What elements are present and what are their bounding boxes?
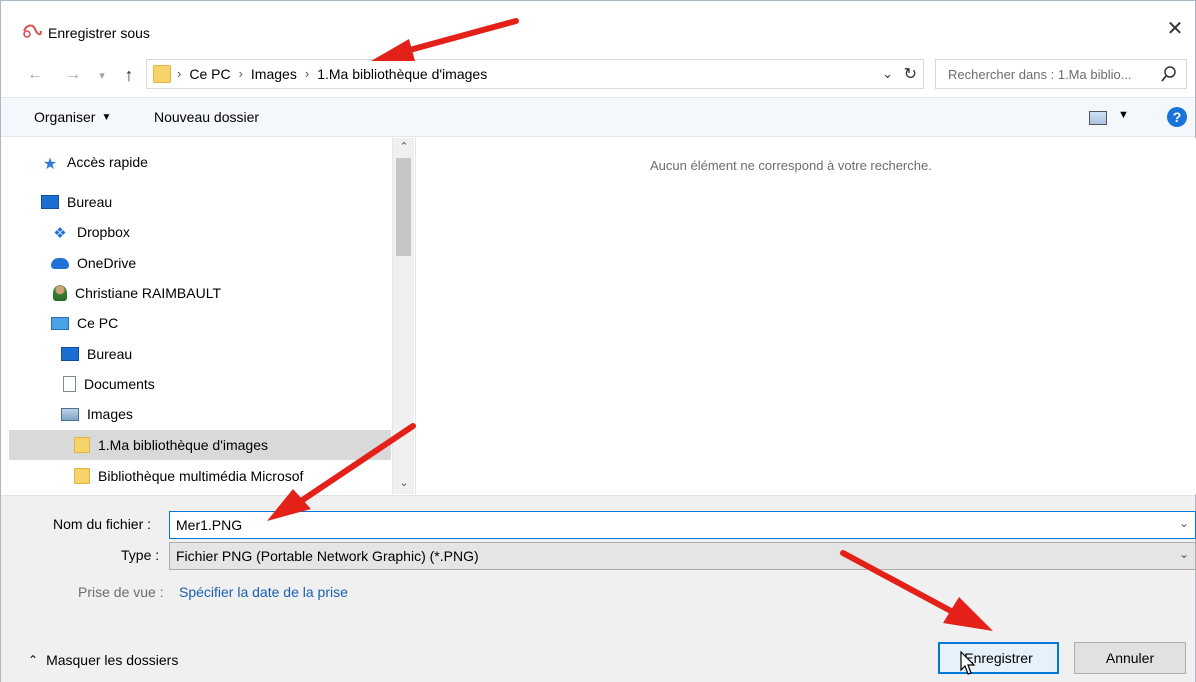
nav-item-christiane-raimbault[interactable]: Christiane RAIMBAULT — [53, 278, 221, 308]
address-bar[interactable]: › Ce PC › Images › 1.Ma bibliothèque d'i… — [146, 59, 924, 89]
nav-item-label: Images — [87, 406, 133, 422]
nav-item-bibliotheque-multimedia[interactable]: Bibliothèque multimédia Microsof — [74, 461, 303, 491]
chevron-down-icon[interactable]: ▼ — [1118, 109, 1129, 121]
file-list[interactable]: Aucun élément ne correspond à votre rech… — [415, 138, 1196, 494]
nav-item-label: Ce PC — [77, 315, 119, 331]
breadcrumb-item-library[interactable]: 1.Ma bibliothèque d'images — [317, 66, 487, 82]
search-placeholder: Rechercher dans : 1.Ma biblio... — [948, 67, 1132, 82]
nav-item-label: Accès rapide — [67, 154, 148, 170]
breadcrumb-item-ce-pc[interactable]: Ce PC — [189, 66, 230, 82]
breadcrumb-separator: › — [304, 66, 310, 81]
file-type-value: Fichier PNG (Portable Network Graphic) (… — [176, 548, 479, 564]
scroll-down-icon[interactable]: ⌄ — [393, 476, 415, 492]
chevron-down-icon[interactable]: ⌄ — [1179, 547, 1189, 561]
view-options-icon[interactable] — [1089, 111, 1107, 125]
new-folder-button[interactable]: Nouveau dossier — [154, 109, 259, 125]
breadcrumb-item-images[interactable]: Images — [251, 66, 297, 82]
computer-icon — [51, 316, 69, 330]
nav-item-ma-bibliotheque[interactable]: 1.Ma bibliothèque d'images — [9, 430, 391, 460]
dropbox-icon: ❖ — [53, 225, 67, 242]
breadcrumb-separator: › — [238, 66, 243, 81]
save-as-dialog: Enregistrer sous ✕ ← → ▾ ↑ › Ce PC › Ima… — [0, 0, 1196, 682]
organiser-label: Organiser — [34, 109, 96, 125]
up-arrow-icon[interactable]: ↑ — [117, 63, 141, 87]
nav-item-dropbox[interactable]: ❖ Dropbox — [51, 217, 130, 247]
nav-item-label: Bibliothèque multimédia Microsof — [98, 468, 304, 484]
mouse-cursor-icon — [960, 651, 976, 675]
navigation-pane: ★ Accès rapide Bureau ❖ Dropbox OneDrive… — [9, 138, 391, 494]
nav-item-ce-pc[interactable]: Ce PC — [51, 308, 118, 338]
folder-icon — [74, 437, 90, 453]
folder-icon — [74, 468, 90, 484]
chevron-down-icon: ▼ — [101, 111, 112, 123]
title-bar: Enregistrer sous ✕ — [1, 1, 1195, 45]
filename-field[interactable]: Mer1.PNG ⌄ — [169, 511, 1196, 539]
desktop-icon — [41, 195, 59, 209]
search-icon[interactable] — [1160, 65, 1178, 83]
pictures-icon — [61, 407, 79, 421]
hide-folders-label: Masquer les dossiers — [46, 652, 179, 668]
toolbar: Organiser ▼ Nouveau dossier ▼ ? — [1, 97, 1195, 137]
navigation-scrollbar[interactable]: ⌃ ⌄ — [392, 138, 414, 494]
folder-icon — [153, 65, 171, 83]
refresh-icon[interactable]: ↻ — [904, 64, 917, 84]
nav-item-label: Bureau — [67, 194, 113, 210]
scroll-up-icon[interactable]: ⌃ — [393, 140, 415, 156]
filename-value: Mer1.PNG — [176, 517, 243, 533]
onedrive-icon — [51, 257, 69, 269]
star-icon: ★ — [42, 156, 58, 173]
nav-item-label: Christiane RAIMBAULT — [75, 285, 222, 301]
nav-item-images[interactable]: Images — [61, 399, 133, 429]
help-icon[interactable]: ? — [1167, 107, 1187, 127]
nav-item-bureau-pc[interactable]: Bureau — [61, 339, 132, 369]
document-icon — [63, 376, 76, 392]
user-icon — [53, 285, 67, 301]
breadcrumb: › Ce PC › Images › 1.Ma bibliothèque d'i… — [177, 66, 487, 82]
organiser-button[interactable]: Organiser ▼ — [34, 109, 111, 125]
scrollbar-thumb[interactable] — [396, 158, 411, 256]
save-form: Nom du fichier : Mer1.PNG ⌄ Type : Fichi… — [1, 495, 1196, 682]
nav-item-label: OneDrive — [77, 255, 137, 271]
nav-item-label: Bureau — [87, 346, 133, 362]
recent-locations-chevron-icon[interactable]: ▾ — [94, 63, 110, 87]
chevron-down-icon[interactable]: ⌄ — [1179, 516, 1189, 530]
back-arrow-icon[interactable]: ← — [23, 63, 47, 87]
chevron-down-icon[interactable]: ⌄ — [882, 66, 893, 82]
address-row: ← → ▾ ↑ › Ce PC › Images › 1.Ma biblioth… — [1, 59, 1195, 91]
app-icon — [23, 24, 42, 38]
nav-item-label: 1.Ma bibliothèque d'images — [98, 437, 269, 453]
file-type-select[interactable]: Fichier PNG (Portable Network Graphic) (… — [169, 542, 1196, 570]
window-title: Enregistrer sous — [48, 25, 150, 41]
breadcrumb-separator: › — [177, 66, 182, 81]
nav-item-bureau[interactable]: Bureau — [41, 187, 112, 217]
desktop-icon — [61, 347, 79, 361]
nav-item-documents[interactable]: Documents — [63, 369, 155, 399]
prise-de-vue-label: Prise de vue : — [78, 584, 164, 600]
search-input[interactable]: Rechercher dans : 1.Ma biblio... — [935, 59, 1187, 89]
chevron-up-icon: ⌃ — [28, 653, 39, 667]
type-label: Type : — [121, 547, 160, 563]
specify-date-link[interactable]: Spécifier la date de la prise — [179, 584, 348, 600]
cancel-button[interactable]: Annuler — [1074, 642, 1186, 674]
nav-item-onedrive[interactable]: OneDrive — [51, 248, 136, 278]
nav-item-label: Documents — [84, 376, 155, 392]
save-button[interactable]: Enregistrer — [938, 642, 1059, 674]
close-button[interactable]: ✕ — [1155, 11, 1195, 45]
filename-label: Nom du fichier : — [53, 516, 152, 532]
nav-item-label: Dropbox — [77, 224, 130, 240]
nav-item-acces-rapide[interactable]: ★ Accès rapide — [41, 147, 148, 177]
empty-results-message: Aucun élément ne correspond à votre rech… — [650, 158, 932, 173]
hide-folders-toggle[interactable]: ⌃ Masquer les dossiers — [28, 652, 178, 668]
forward-arrow-icon[interactable]: → — [61, 63, 85, 87]
